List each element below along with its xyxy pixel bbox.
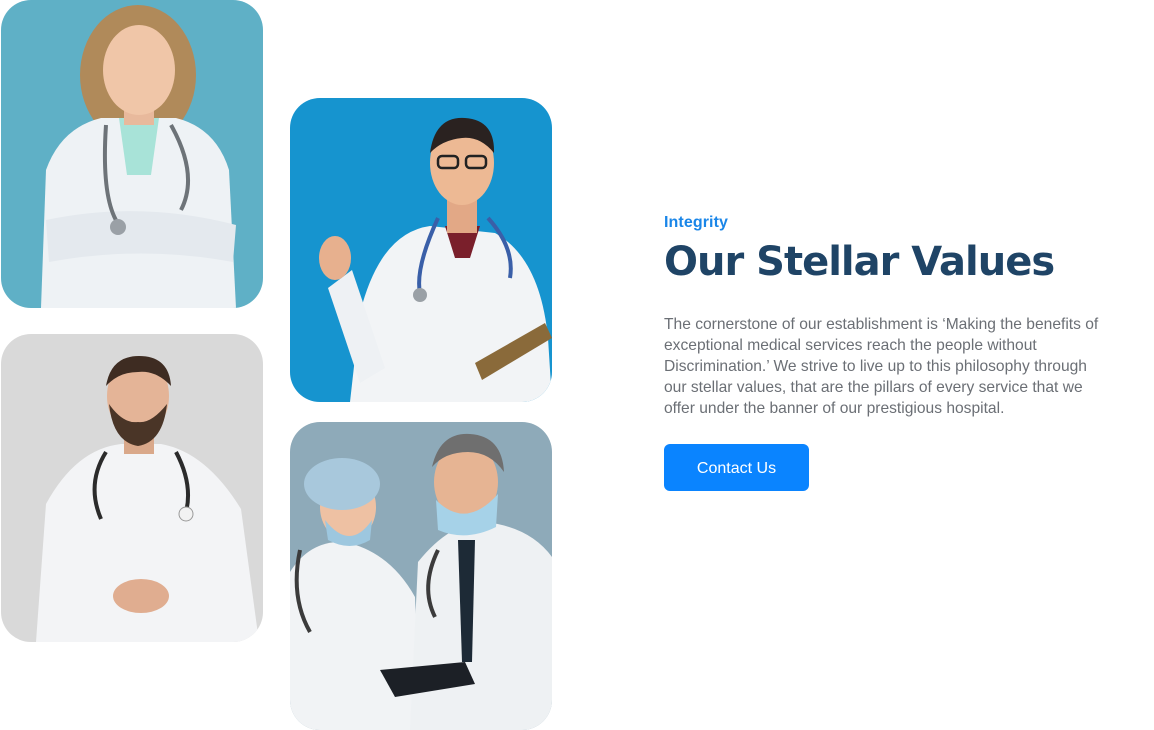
photo-two-masked-doctors xyxy=(290,422,552,730)
photo-bearded-doctor xyxy=(1,334,263,642)
bearded-doctor-image xyxy=(1,334,263,642)
female-doctor-image xyxy=(1,0,263,308)
two-masked-doctors-image xyxy=(290,422,552,730)
section-eyebrow: Integrity xyxy=(664,214,729,231)
male-doctor-pointing-image xyxy=(290,98,552,402)
section-description: The cornerstone of our establishment is … xyxy=(664,316,1099,417)
values-section: Integrity Our Stellar Values The corners… xyxy=(664,214,1114,491)
photo-male-doctor-pointing xyxy=(290,98,552,402)
contact-us-button[interactable]: Contact Us xyxy=(664,444,809,491)
photo-female-doctor xyxy=(1,0,263,308)
section-title: Our Stellar Values xyxy=(664,239,1055,285)
